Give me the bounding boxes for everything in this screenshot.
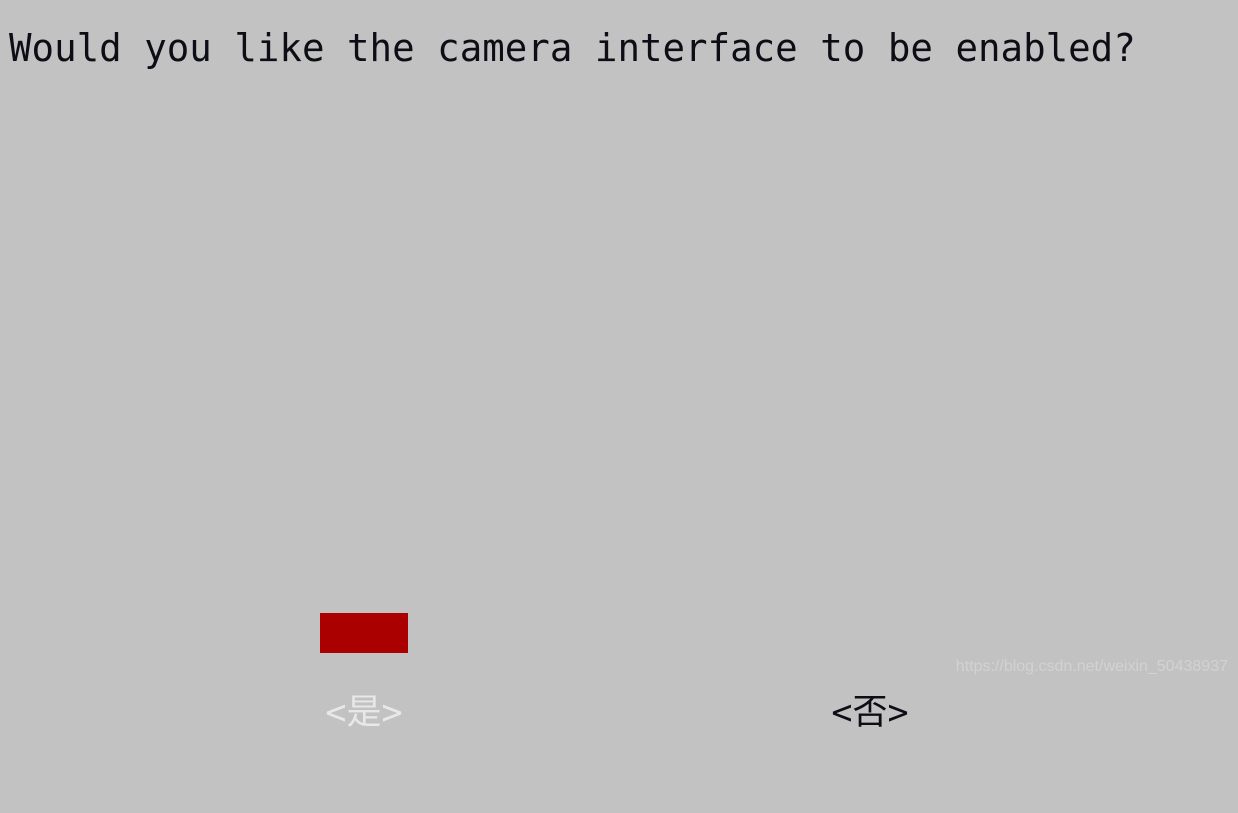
no-button-label: <否>	[831, 693, 909, 733]
no-button[interactable]: <否>	[820, 613, 920, 733]
prompt-text: Would you like the camera interface to b…	[9, 26, 1136, 70]
dialog-screen: Would you like the camera interface to b…	[0, 0, 1238, 733]
button-row: <是> <否>	[0, 608, 1238, 733]
yes-button[interactable]: <是>	[320, 613, 408, 733]
watermark-url: https://blog.csdn.net/weixin_50438937	[955, 658, 1228, 675]
yes-button-label: <是>	[325, 693, 403, 733]
